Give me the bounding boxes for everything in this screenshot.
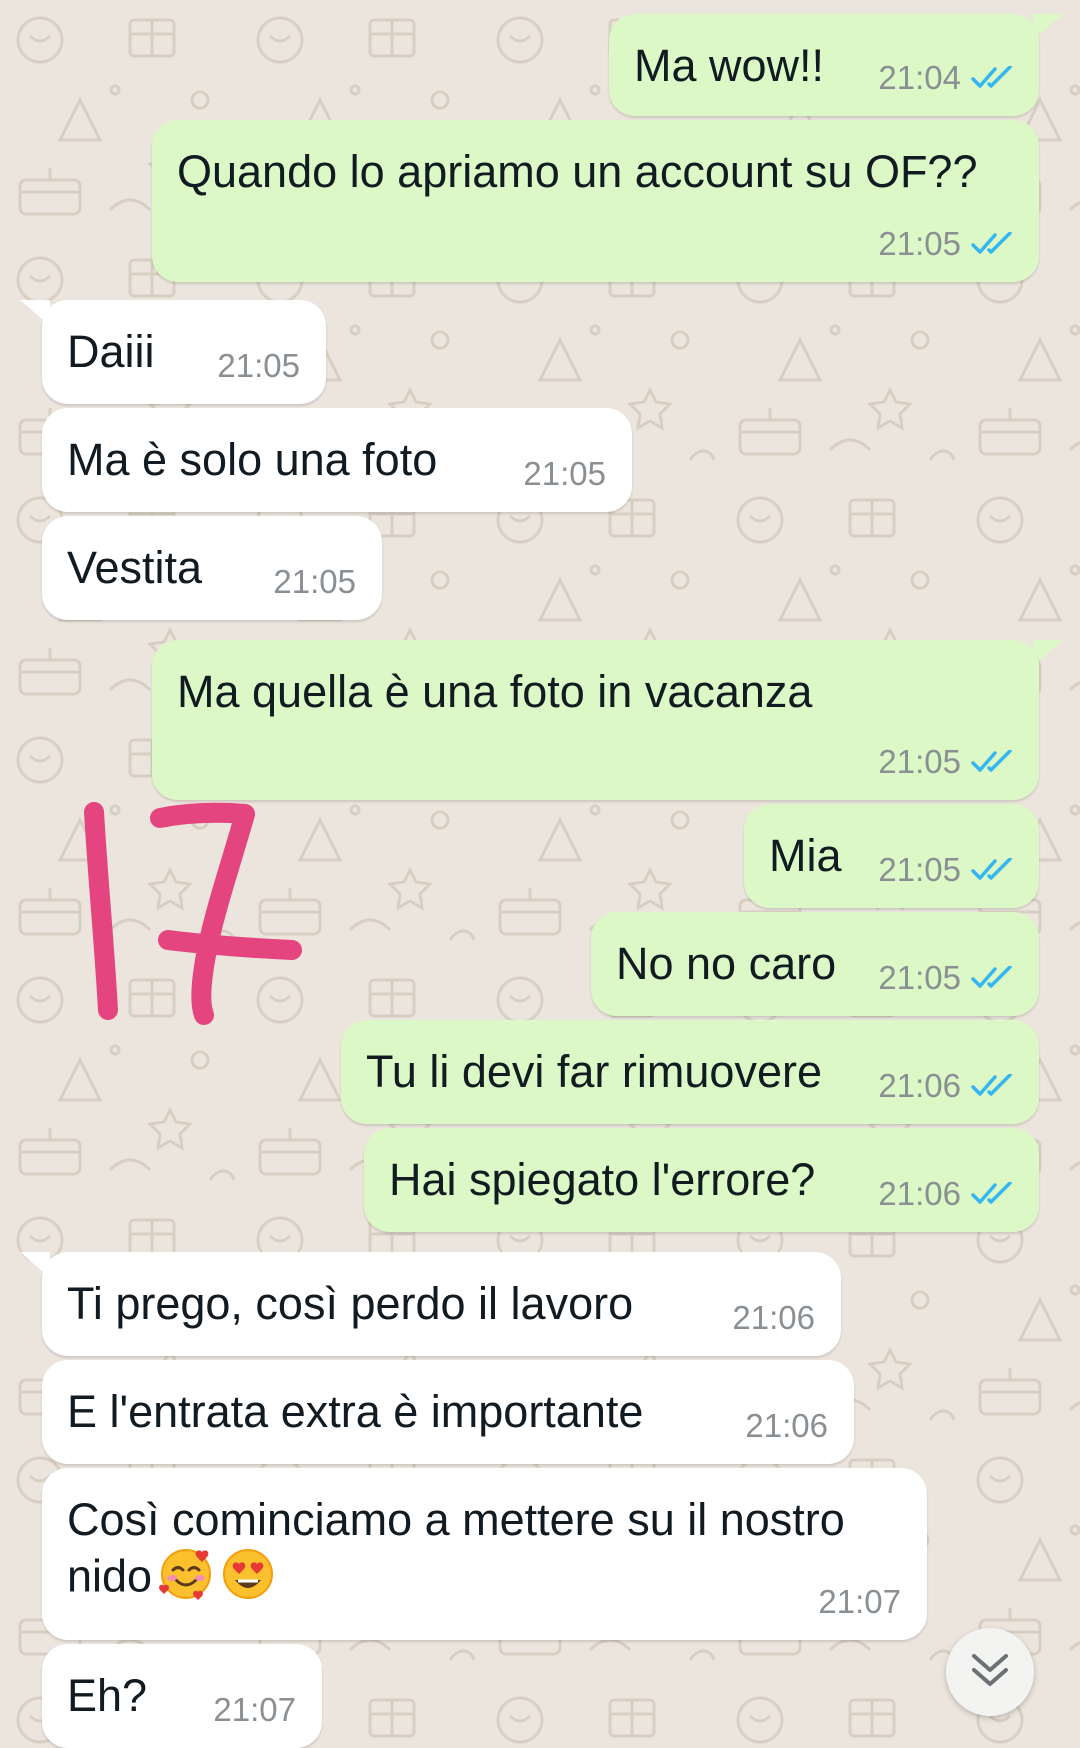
outgoing-message[interactable]: No no caro 21:05 — [591, 912, 1039, 1016]
message-time: 21:07 — [818, 1583, 901, 1620]
message-time: 21:06 — [732, 1299, 815, 1336]
message-time: 21:05 — [523, 455, 606, 492]
read-receipt-icon — [971, 232, 1015, 256]
message-text: Ma è solo una foto — [67, 434, 438, 485]
message-meta: 21:07 — [818, 1584, 901, 1620]
heart-eyes-emoji — [220, 1546, 276, 1613]
message-meta: 21:05 — [878, 744, 1015, 780]
message-text: Hai spiegato l'errore? — [389, 1154, 816, 1205]
message-time: 21:05 — [878, 959, 961, 996]
message-text: E l'entrata extra è importante — [67, 1386, 644, 1437]
message-meta: 21:06 — [878, 1068, 1015, 1104]
outgoing-message[interactable]: Ma quella è una foto in vacanza 21:05 — [152, 640, 1039, 800]
double-chevron-down-icon — [968, 1650, 1012, 1695]
message-text: No no caro — [616, 938, 837, 989]
message-text: Quando lo apriamo un account su OF?? — [177, 146, 978, 197]
message-time: 21:07 — [213, 1691, 296, 1728]
outgoing-message[interactable]: Quando lo apriamo un account su OF?? 21:… — [152, 120, 1039, 282]
message-text: Vestita — [67, 542, 203, 593]
message-text: Tu li devi far rimuovere — [366, 1046, 822, 1097]
message-text: Mia — [769, 830, 842, 881]
message-meta: 21:05 — [878, 226, 1015, 262]
outgoing-message[interactable]: Mia 21:05 — [744, 804, 1039, 908]
incoming-message[interactable]: Daiii 21:05 — [42, 300, 326, 404]
message-time: 21:05 — [273, 563, 356, 600]
outgoing-message[interactable]: Tu li devi far rimuovere 21:06 — [341, 1020, 1039, 1124]
message-text: Così cominciamo a mettere su il nostro n… — [67, 1494, 902, 1613]
message-time: 21:06 — [878, 1067, 961, 1104]
read-receipt-icon — [971, 966, 1015, 990]
incoming-message[interactable]: Ma è solo una foto 21:05 — [42, 408, 632, 512]
message-time: 21:06 — [745, 1407, 828, 1444]
outgoing-message[interactable]: Ma wow!! 21:04 — [609, 14, 1039, 116]
message-meta: 21:07 — [213, 1692, 296, 1728]
message-time: 21:05 — [217, 347, 300, 384]
message-text: Ma wow!! — [634, 40, 825, 91]
scroll-to-bottom-button[interactable] — [946, 1628, 1034, 1716]
smiling-face-with-hearts-emoji — [158, 1546, 214, 1613]
message-meta: 21:06 — [745, 1408, 828, 1444]
incoming-message[interactable]: Così cominciamo a mettere su il nostro n… — [42, 1468, 927, 1640]
message-meta: 21:05 — [217, 348, 300, 384]
message-time: 21:05 — [878, 225, 961, 262]
read-receipt-icon — [971, 66, 1015, 90]
message-text: Daiii — [67, 326, 155, 377]
read-receipt-icon — [971, 1074, 1015, 1098]
incoming-message[interactable]: Eh? 21:07 — [42, 1644, 322, 1748]
read-receipt-icon — [971, 750, 1015, 774]
message-time: 21:04 — [878, 59, 961, 96]
read-receipt-icon — [971, 1182, 1015, 1206]
message-meta: 21:06 — [732, 1300, 815, 1336]
incoming-message[interactable]: Ti prego, così perdo il lavoro 21:06 — [42, 1252, 841, 1356]
message-time: 21:05 — [878, 851, 961, 888]
outgoing-message[interactable]: Hai spiegato l'errore? 21:06 — [364, 1128, 1039, 1232]
message-text: Ma quella è una foto in vacanza — [177, 666, 813, 717]
message-meta: 21:05 — [878, 852, 1015, 888]
message-meta: 21:05 — [273, 564, 356, 600]
message-time: 21:06 — [878, 1175, 961, 1212]
message-meta: 21:04 — [878, 60, 1015, 96]
incoming-message[interactable]: Vestita 21:05 — [42, 516, 382, 620]
message-meta: 21:06 — [878, 1176, 1015, 1212]
message-meta: 21:05 — [523, 456, 606, 492]
incoming-message[interactable]: E l'entrata extra è importante 21:06 — [42, 1360, 854, 1464]
chat-area: Ma wow!! 21:04 Quando lo apriamo un acco… — [0, 0, 1080, 1748]
message-meta: 21:05 — [878, 960, 1015, 996]
read-receipt-icon — [971, 858, 1015, 882]
message-text: Ti prego, così perdo il lavoro — [67, 1278, 634, 1329]
message-time: 21:05 — [878, 743, 961, 780]
message-text: Eh? — [67, 1670, 148, 1721]
